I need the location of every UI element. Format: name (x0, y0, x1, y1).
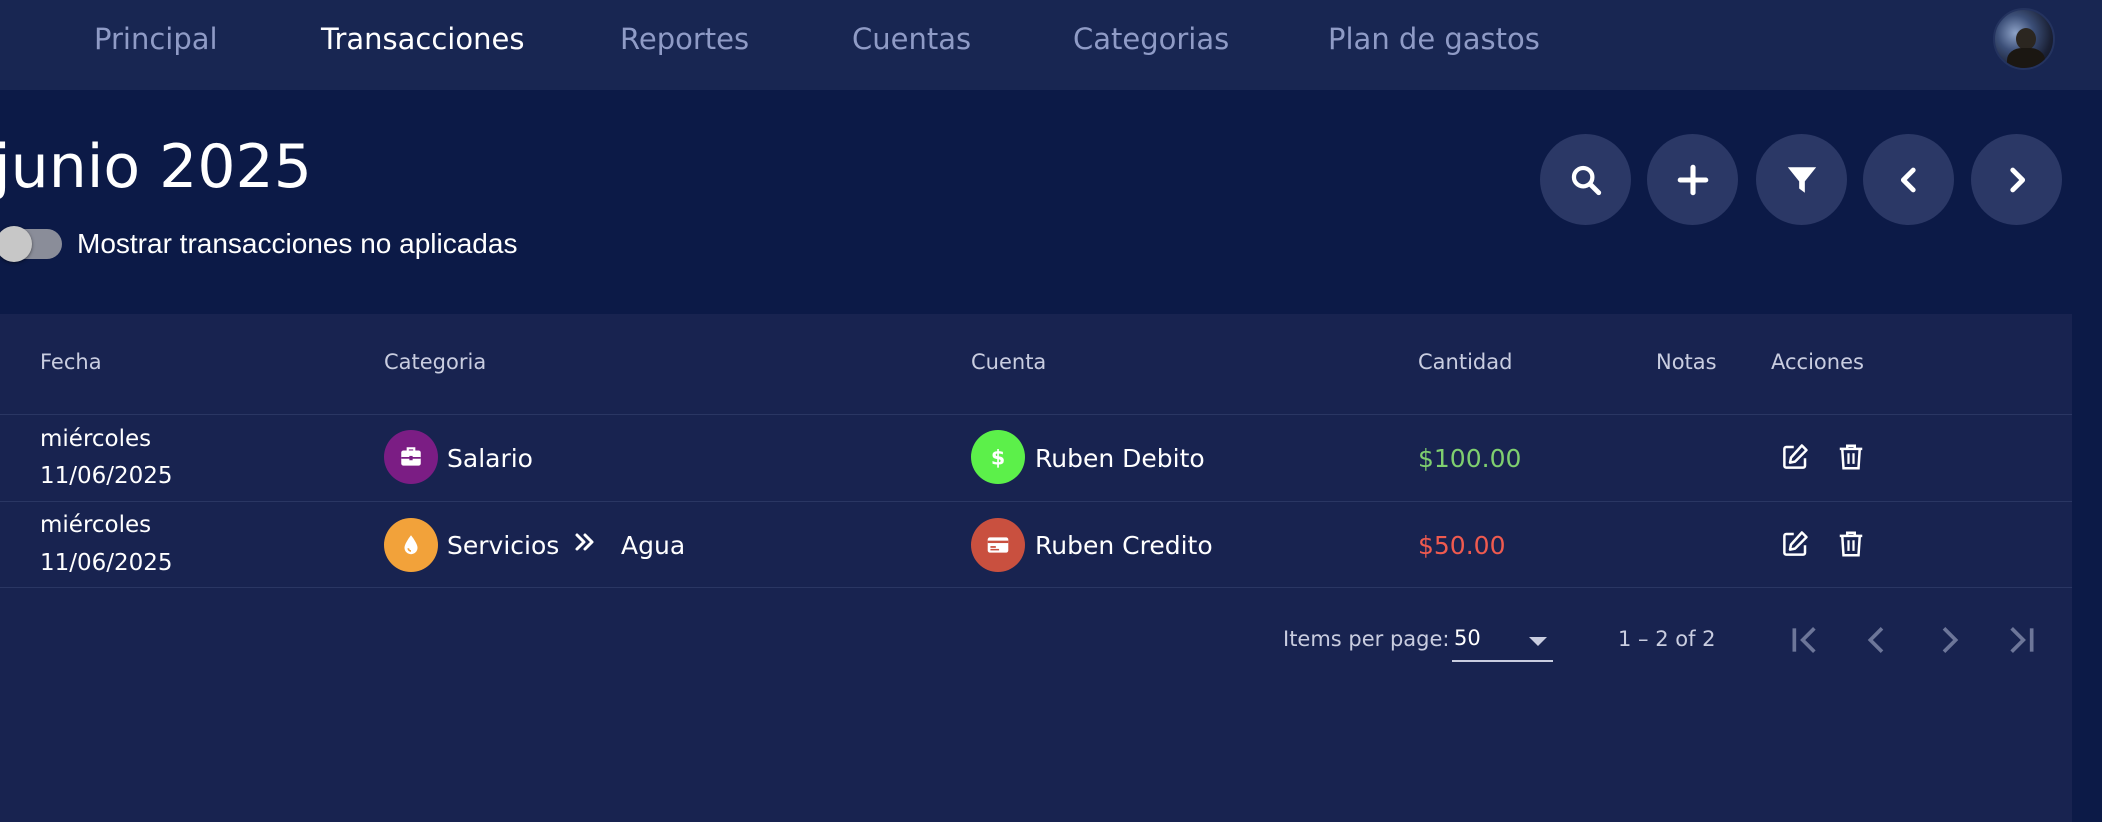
briefcase-icon (401, 447, 421, 466)
nav-item-cuentas[interactable]: Cuentas (852, 22, 971, 56)
filter-button[interactable] (1756, 134, 1847, 225)
plus-icon (1677, 164, 1708, 195)
credit-card-icon (987, 537, 1009, 553)
last-page-button[interactable] (2000, 620, 2040, 660)
row-weekday: miércoles (40, 512, 152, 538)
first-page-icon (1792, 627, 1816, 653)
column-header-cuenta[interactable]: Cuenta (971, 350, 1046, 374)
dollar-icon: $ (991, 446, 1005, 470)
nav-item-plan-de-gastos[interactable]: Plan de gastos (1328, 22, 1540, 56)
double-chevron-right-icon (572, 530, 596, 554)
next-month-button[interactable] (1971, 134, 2062, 225)
edit-icon (1783, 531, 1808, 556)
category-name: Salario (447, 444, 533, 473)
nav-item-reportes[interactable]: Reportes (620, 22, 749, 56)
category-icon (384, 518, 438, 572)
amount-income: $100.00 (1418, 444, 1522, 473)
user-avatar[interactable] (1993, 8, 2055, 70)
water-drop-icon (404, 535, 418, 555)
show-unapplied-label: Mostrar transacciones no aplicadas (77, 228, 518, 259)
column-header-fecha[interactable]: Fecha (40, 350, 102, 374)
trash-icon (1839, 444, 1863, 470)
show-unapplied-toggle[interactable] (0, 226, 62, 262)
edit-icon (1783, 444, 1808, 469)
account-icon (971, 518, 1025, 572)
page-title-period: junio 2025 (0, 132, 312, 202)
filter-icon (1787, 166, 1816, 193)
page-size-value: 50 (1454, 626, 1481, 650)
delete-button[interactable] (1836, 442, 1866, 472)
top-navbar: Principal Transacciones Reportes Cuentas… (0, 0, 2102, 90)
column-header-acciones: Acciones (1771, 350, 1864, 374)
caret-down-icon (1529, 637, 1547, 646)
transactions-table (0, 314, 2072, 822)
previous-month-button[interactable] (1863, 134, 1954, 225)
row-date: 11/06/2025 (40, 550, 173, 576)
subcategory-name: Agua (621, 531, 686, 560)
previous-page-button[interactable] (1857, 620, 1897, 660)
svg-text:$: $ (991, 446, 1005, 470)
column-header-notas[interactable]: Notas (1656, 350, 1717, 374)
page-range-label: 1 – 2 of 2 (1618, 627, 1716, 651)
search-icon (1571, 165, 1601, 195)
chevron-right-icon (1942, 627, 1959, 653)
category-name: Servicios (447, 531, 560, 560)
items-per-page-select[interactable]: 50 (1452, 620, 1553, 662)
table-divider (0, 587, 2072, 588)
category-icon (384, 430, 438, 484)
column-header-cantidad[interactable]: Cantidad (1418, 350, 1512, 374)
table-divider (0, 501, 2072, 502)
chevron-right-icon (2009, 167, 2025, 192)
amount-expense: $50.00 (1418, 531, 1506, 560)
trash-icon (1839, 531, 1863, 557)
column-header-categoria[interactable]: Categoria (384, 350, 486, 374)
table-divider (0, 414, 2072, 415)
account-name: Ruben Debito (1035, 444, 1205, 473)
delete-button[interactable] (1836, 529, 1866, 559)
first-page-button[interactable] (1786, 620, 1826, 660)
last-page-icon (2010, 627, 2034, 653)
add-transaction-button[interactable] (1647, 134, 1738, 225)
search-button[interactable] (1540, 134, 1631, 225)
edit-button[interactable] (1780, 442, 1810, 472)
next-page-button[interactable] (1929, 620, 1969, 660)
chevron-left-icon (1867, 627, 1884, 653)
account-name: Ruben Credito (1035, 531, 1213, 560)
nav-item-categorias[interactable]: Categorias (1073, 22, 1229, 56)
row-weekday: miércoles (40, 426, 152, 452)
row-date: 11/06/2025 (40, 463, 173, 489)
items-per-page-label: Items per page: (1283, 627, 1450, 651)
chevron-left-icon (1900, 167, 1916, 192)
account-icon: $ (971, 430, 1025, 484)
nav-item-transacciones[interactable]: Transacciones (321, 22, 524, 56)
nav-item-principal[interactable]: Principal (94, 22, 218, 56)
edit-button[interactable] (1780, 529, 1810, 559)
